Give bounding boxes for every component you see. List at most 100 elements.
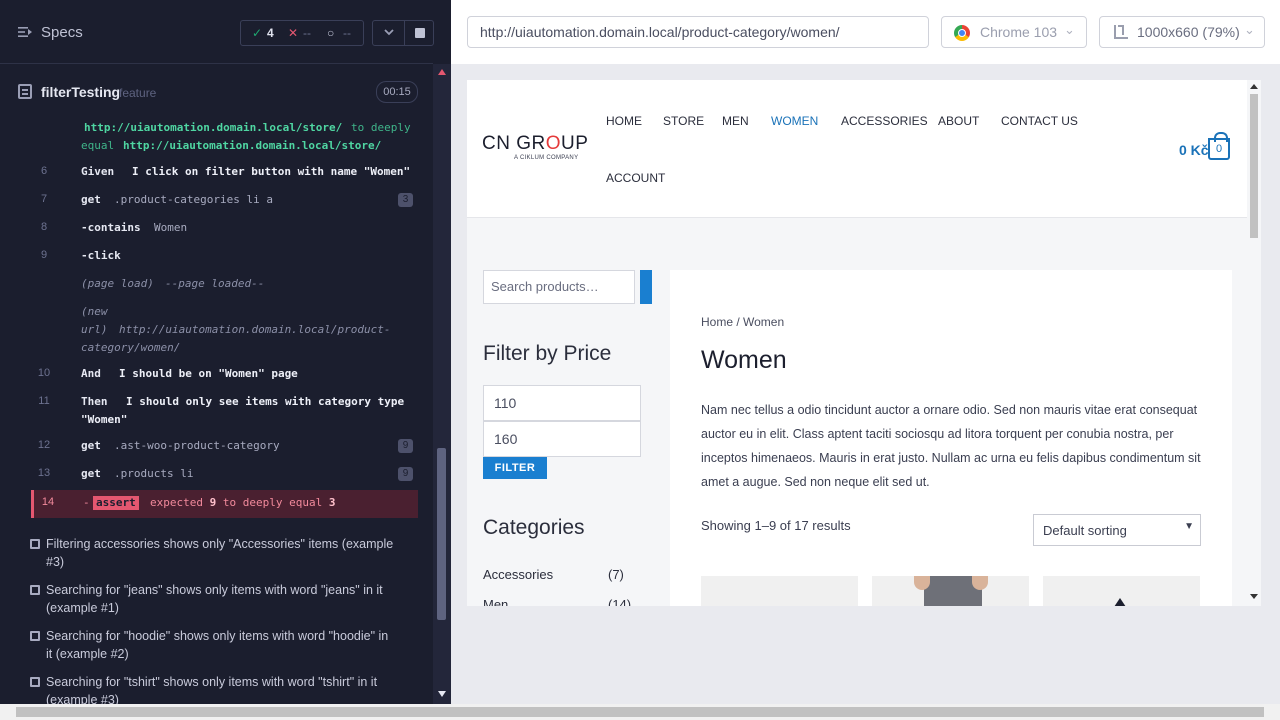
- cart-count: 0: [1215, 143, 1223, 155]
- scroll-up-arrow-icon[interactable]: [438, 69, 446, 75]
- spec-duration: 00:15: [376, 81, 418, 103]
- result-count: Showing 1–9 of 17 results: [701, 518, 851, 533]
- command-message: http://uiautomation.domain.local/product…: [119, 323, 391, 336]
- line-number: 12: [37, 439, 51, 451]
- line-number: 9: [40, 249, 48, 261]
- browser-label: Chrome 103: [980, 24, 1058, 40]
- aut-url-bar[interactable]: http://uiautomation.domain.local/product…: [467, 16, 929, 48]
- command-message: .product-categories li a: [114, 193, 273, 206]
- site-logo[interactable]: CN GROUP A CIKLUM COMPANY: [482, 133, 589, 161]
- product-image[interactable]: [872, 576, 1029, 606]
- shop-content: Home / Women Women Nam nec tellus a odio…: [670, 270, 1232, 606]
- category-item[interactable]: Men (14): [483, 597, 631, 606]
- scrollbar-thumb[interactable]: [16, 707, 1264, 717]
- pending-circle-icon: ○: [327, 26, 335, 40]
- price-min-input[interactable]: 110: [483, 385, 641, 421]
- viewport-info[interactable]: 1000x660 (79%) ⌄: [1099, 16, 1265, 48]
- checkbox-icon: [30, 539, 40, 549]
- command-message: "Women": [81, 413, 128, 426]
- command-name: get: [81, 467, 101, 480]
- logo-text: CN GROUP: [482, 133, 589, 154]
- page-title: Women: [701, 346, 787, 374]
- command-message: I click on filter button with name "Wome…: [132, 165, 411, 178]
- command-name: get: [81, 193, 101, 206]
- checkbox-icon: [30, 585, 40, 595]
- category-count: (14): [608, 597, 632, 606]
- failed-assertion-row[interactable]: 14 - assert expected 9 to deeply equal 3: [31, 490, 418, 518]
- filter-button[interactable]: FILTER: [483, 457, 547, 479]
- nav-home[interactable]: HOME: [606, 114, 642, 128]
- nav-account[interactable]: ACCOUNT: [606, 171, 665, 185]
- assert-label: assert: [93, 496, 139, 510]
- price-max-input[interactable]: 160: [483, 421, 641, 457]
- passed-count: 4: [267, 26, 274, 40]
- browser-selector[interactable]: Chrome 103 ⌄: [941, 16, 1087, 48]
- line-number: 8: [40, 221, 48, 233]
- command-log: http://uiautomation.domain.local/store/ …: [0, 118, 433, 528]
- sort-select[interactable]: Default sorting ▼: [1033, 514, 1201, 546]
- nav-contact-us[interactable]: CONTACT US: [1001, 114, 1078, 128]
- aut-iframe: CN GROUP A CIKLUM COMPANY HOME STORE MEN…: [467, 80, 1261, 606]
- scrollbar-thumb[interactable]: [437, 448, 446, 620]
- nav-accessories[interactable]: ACCESSORIES: [841, 114, 928, 128]
- assert-text: to deeply equal: [222, 496, 323, 509]
- command-message: Women: [154, 221, 188, 234]
- command-name: Given: [81, 165, 115, 178]
- assert-text: expected: [150, 496, 203, 509]
- reporter-scrollbar[interactable]: [433, 64, 451, 704]
- cart-total[interactable]: 0 Kč: [1179, 142, 1209, 158]
- scroll-up-arrow-icon[interactable]: [1250, 84, 1258, 89]
- aut-scrollbar[interactable]: [1247, 80, 1261, 606]
- logo-subtitle: A CIKLUM COMPANY: [514, 155, 579, 161]
- command-name: -contains: [81, 221, 141, 234]
- nav-women[interactable]: WOMEN: [771, 114, 818, 128]
- category-item[interactable]: Accessories (7): [483, 567, 624, 582]
- checkbox-icon: [30, 631, 40, 641]
- line-number: 14: [41, 496, 55, 508]
- scroll-down-arrow-icon[interactable]: [438, 691, 446, 697]
- cross-icon: ✕: [288, 26, 299, 40]
- command-name: (new: [81, 305, 108, 318]
- product-search-input[interactable]: Search products…: [483, 270, 635, 304]
- category-name[interactable]: Accessories: [483, 567, 553, 582]
- scroll-down-arrow-icon[interactable]: [1250, 594, 1258, 599]
- command-message: category/women/: [81, 341, 181, 354]
- product-image[interactable]: [1043, 576, 1200, 606]
- specs-title[interactable]: Specs: [41, 24, 83, 41]
- chevron-down-icon: ⌄: [1064, 22, 1075, 37]
- chevron-down-icon[interactable]: [382, 25, 396, 39]
- nav-store[interactable]: STORE: [663, 114, 704, 128]
- divider: [404, 21, 405, 45]
- search-button[interactable]: [640, 270, 652, 304]
- breadcrumb[interactable]: Home / Women: [701, 315, 784, 329]
- line-number: 7: [40, 193, 48, 205]
- command-name: (page load): [81, 277, 154, 290]
- nav-about[interactable]: ABOUT: [938, 114, 979, 128]
- failed-count: --: [303, 26, 311, 40]
- element-count-badge: 9: [398, 439, 413, 453]
- horizontal-scrollbar[interactable]: [0, 704, 1280, 720]
- viewport-zoom: (79%): [1202, 24, 1240, 40]
- categories-heading: Categories: [483, 516, 585, 539]
- command-text: equal: [81, 139, 115, 152]
- category-count: (7): [608, 567, 624, 582]
- element-count-badge: 3: [398, 193, 413, 207]
- line-number: 6: [40, 165, 48, 177]
- actual-value: 9: [209, 496, 217, 509]
- site-header: CN GROUP A CIKLUM COMPANY HOME STORE MEN…: [467, 80, 1247, 218]
- specs-list-icon[interactable]: [18, 26, 32, 38]
- checkbox-icon: [30, 677, 40, 687]
- spec-file-row[interactable]: filterTesting feature 00:15: [0, 74, 433, 110]
- product-image[interactable]: [701, 576, 858, 606]
- test-title: Searching for "jeans" shows only items w…: [46, 583, 383, 615]
- ruler-icon: [1114, 25, 1128, 39]
- aut-header: http://uiautomation.domain.local/product…: [451, 0, 1280, 64]
- nav-men[interactable]: MEN: [722, 114, 749, 128]
- sort-value: Default sorting: [1043, 523, 1127, 538]
- stop-icon[interactable]: [415, 28, 425, 38]
- category-name[interactable]: Men: [483, 597, 508, 606]
- line-number: 11: [38, 395, 50, 407]
- shopping-bag-icon[interactable]: 0: [1208, 132, 1230, 160]
- check-icon: ✓: [252, 26, 263, 40]
- scrollbar-thumb[interactable]: [1250, 94, 1258, 238]
